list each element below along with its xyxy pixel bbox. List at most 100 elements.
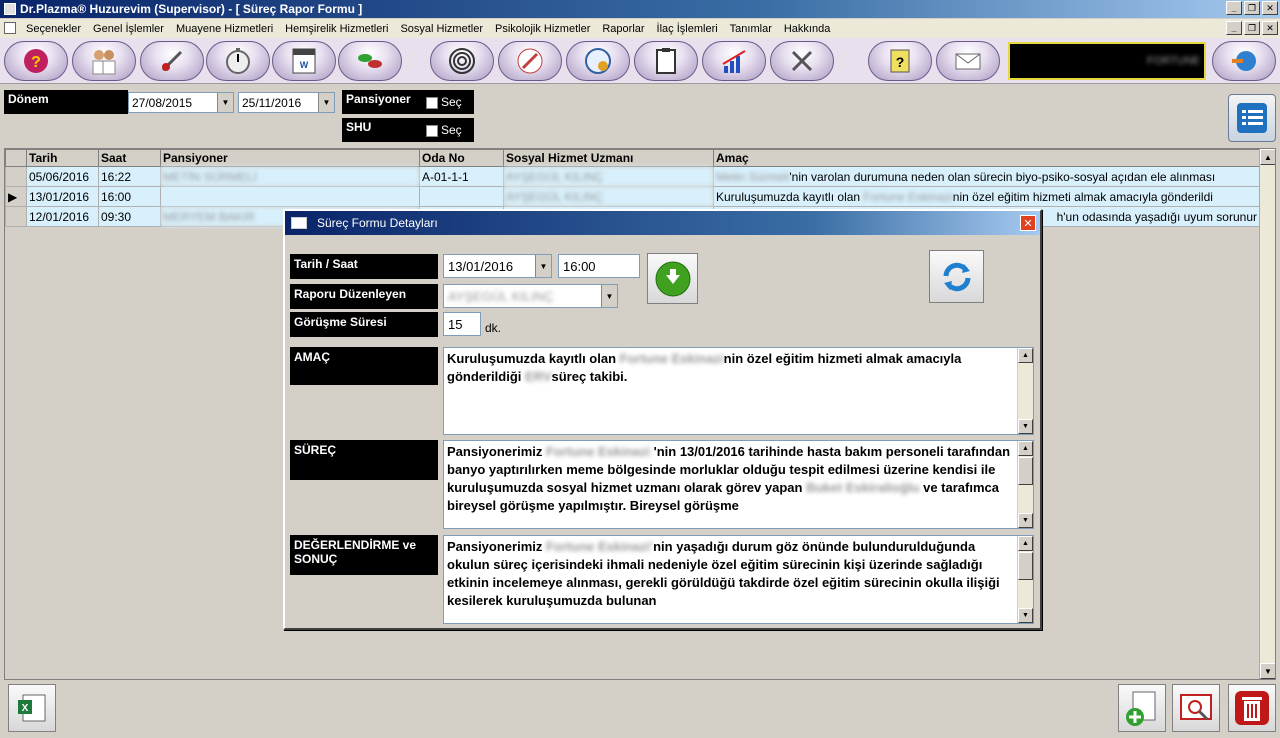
author-label: Raporu Düzenleyen <box>290 284 438 309</box>
col-date[interactable]: Tarih <box>26 149 99 167</box>
toolbar-doctors-button[interactable] <box>72 41 136 81</box>
process-scrollbar[interactable]: ▲ ▼ <box>1017 441 1033 528</box>
scroll-up-icon[interactable]: ▲ <box>1260 149 1275 165</box>
evaluation-memo[interactable]: Pansiyonerimiz Fortune Eskinazi'nin yaşa… <box>443 535 1034 624</box>
menu-medication[interactable]: İlaç İşlemleri <box>651 23 724 35</box>
chart-icon <box>722 50 746 73</box>
preview-button[interactable] <box>1172 684 1220 732</box>
svg-text:W: W <box>300 60 309 70</box>
grid-scrollbar[interactable]: ▲ ▼ <box>1259 149 1275 679</box>
scroll-down-icon[interactable]: ▼ <box>1018 513 1033 528</box>
toolbar-clock-button[interactable] <box>566 41 630 81</box>
refresh-button[interactable] <box>929 250 984 303</box>
menu-definitions[interactable]: Tanımlar <box>724 23 778 35</box>
child-minimize-button[interactable]: _ <box>1226 21 1242 35</box>
close-button[interactable]: ✕ <box>1262 1 1278 15</box>
menu-examination[interactable]: Muayene Hizmetleri <box>170 23 279 35</box>
menu-bar: Seçenekler Genel İşlemler Muayene Hizmet… <box>0 19 1280 38</box>
save-down-button[interactable] <box>647 253 698 304</box>
clipboard-icon <box>656 48 676 74</box>
list-view-button[interactable] <box>1228 94 1276 142</box>
col-expert[interactable]: Sosyal Hizmet Uzmanı <box>503 149 714 167</box>
process-label: SÜREÇ <box>290 440 438 480</box>
list-icon <box>1237 103 1267 133</box>
dialog-title: Süreç Formu Detayları <box>317 216 438 230</box>
author-combo[interactable]: AYŞEGÜL KILINÇ ▼ <box>443 284 618 308</box>
date-to-combo[interactable]: 25/11/2016 ▼ <box>238 92 335 113</box>
toolbar-tools-button[interactable] <box>770 41 834 81</box>
toolbar-mail-button[interactable] <box>936 41 1000 81</box>
menu-social[interactable]: Sosyal Hizmetler <box>394 23 489 35</box>
chevron-down-icon[interactable]: ▼ <box>601 285 617 307</box>
scroll-up-icon[interactable]: ▲ <box>1018 441 1033 456</box>
toolbar-stopwatch-button[interactable] <box>206 41 270 81</box>
toolbar-help-button[interactable]: ? <box>4 41 68 81</box>
dialog-title-bar: Süreç Formu Detayları <box>285 211 1040 235</box>
purpose-scrollbar[interactable]: ▲ ▼ <box>1017 348 1033 434</box>
chevron-down-icon[interactable]: ▼ <box>318 93 334 112</box>
mail-icon <box>955 53 981 70</box>
menu-options[interactable]: Seçenekler <box>20 23 87 35</box>
stopwatch-icon <box>226 48 250 74</box>
toolbar-clipboard-button[interactable] <box>634 41 698 81</box>
toolbar-chart-button[interactable] <box>702 41 766 81</box>
excel-icon: X <box>18 694 46 722</box>
head-help-icon: ? <box>24 49 48 73</box>
dialog-time-input[interactable]: 16:00 <box>558 254 640 278</box>
scroll-down-icon[interactable]: ▼ <box>1018 608 1033 623</box>
menu-nursing[interactable]: Hemşirelik Hizmetleri <box>279 23 394 35</box>
scroll-up-icon[interactable]: ▲ <box>1018 348 1033 363</box>
add-record-button[interactable] <box>1118 684 1166 732</box>
child-restore-button[interactable]: ❐ <box>1244 21 1260 35</box>
toolbar-nursing-button[interactable] <box>140 41 204 81</box>
toolbar-psych-button[interactable] <box>430 41 494 81</box>
magnifier-icon <box>1180 694 1212 721</box>
dialog-date-combo[interactable]: 13/01/2016 ▼ <box>443 254 552 278</box>
arrow-down-icon <box>655 261 690 296</box>
col-purpose[interactable]: Amaç <box>713 149 1260 167</box>
scroll-up-icon[interactable]: ▲ <box>1018 536 1033 551</box>
evaluation-label: DEĞERLENDİRME ve SONUÇ <box>290 535 438 575</box>
pen-icon <box>517 48 543 74</box>
nurse-tools-icon <box>161 50 183 72</box>
app-icon <box>4 3 16 15</box>
toolbar-pen-button[interactable] <box>498 41 562 81</box>
process-memo[interactable]: Pansiyonerimiz Fortune Eskinazi 'nin 13/… <box>443 440 1034 529</box>
menu-general[interactable]: Genel İşlemler <box>87 23 170 35</box>
chevron-down-icon[interactable]: ▼ <box>217 93 233 112</box>
delete-button[interactable] <box>1228 684 1276 732</box>
col-time[interactable]: Saat <box>98 149 161 167</box>
toolbar-pills-button[interactable] <box>338 41 402 81</box>
duration-label: Görüşme Süresi <box>290 312 438 337</box>
duration-input[interactable]: 15 <box>443 312 481 336</box>
minimize-button[interactable]: _ <box>1226 1 1242 15</box>
shu-checkbox[interactable] <box>426 124 438 137</box>
resident-checkbox[interactable] <box>426 96 438 109</box>
chevron-down-icon[interactable]: ▼ <box>535 255 551 277</box>
add-document-icon <box>1126 691 1156 726</box>
trash-icon <box>1235 691 1269 725</box>
table-row[interactable]: 05/06/2016 16:22 METİN SÜRMELİ A-01-1-1 … <box>5 166 1260 187</box>
restore-button[interactable]: ❐ <box>1244 1 1260 15</box>
title-bar: Dr.Plazma® Huzurevim (Supervisor) - [ Sü… <box>0 0 1280 18</box>
shu-filter: SHU Seç <box>342 118 474 142</box>
excel-export-button[interactable]: X <box>8 684 56 732</box>
menu-psychological[interactable]: Psikolojik Hizmetler <box>489 23 596 35</box>
period-label: Dönem <box>4 90 128 114</box>
date-from-combo[interactable]: 27/08/2015 ▼ <box>128 92 234 113</box>
menu-about[interactable]: Hakkında <box>778 23 836 35</box>
scroll-down-icon[interactable]: ▼ <box>1018 419 1033 434</box>
col-room[interactable]: Oda No <box>419 149 504 167</box>
mdi-system-icon[interactable] <box>4 22 16 34</box>
child-close-button[interactable]: ✕ <box>1262 21 1278 35</box>
dialog-close-button[interactable]: ✕ <box>1020 215 1036 231</box>
toolbar-doc-button[interactable]: W <box>272 41 336 81</box>
toolbar-globe-button[interactable] <box>1212 41 1276 81</box>
table-row[interactable]: ▶ 13/01/2016 16:00 AYŞEGÜL KILINÇ Kurulu… <box>5 186 1260 207</box>
purpose-memo[interactable]: Kuruluşumuzda kayıtlı olan Fortune Eskin… <box>443 347 1034 435</box>
scroll-down-icon[interactable]: ▼ <box>1260 663 1275 679</box>
col-resident[interactable]: Pansiyoner <box>160 149 420 167</box>
toolbar-note-button[interactable]: ? <box>868 41 932 81</box>
menu-reports[interactable]: Raporlar <box>596 23 650 35</box>
evaluation-scrollbar[interactable]: ▲ ▼ <box>1017 536 1033 623</box>
